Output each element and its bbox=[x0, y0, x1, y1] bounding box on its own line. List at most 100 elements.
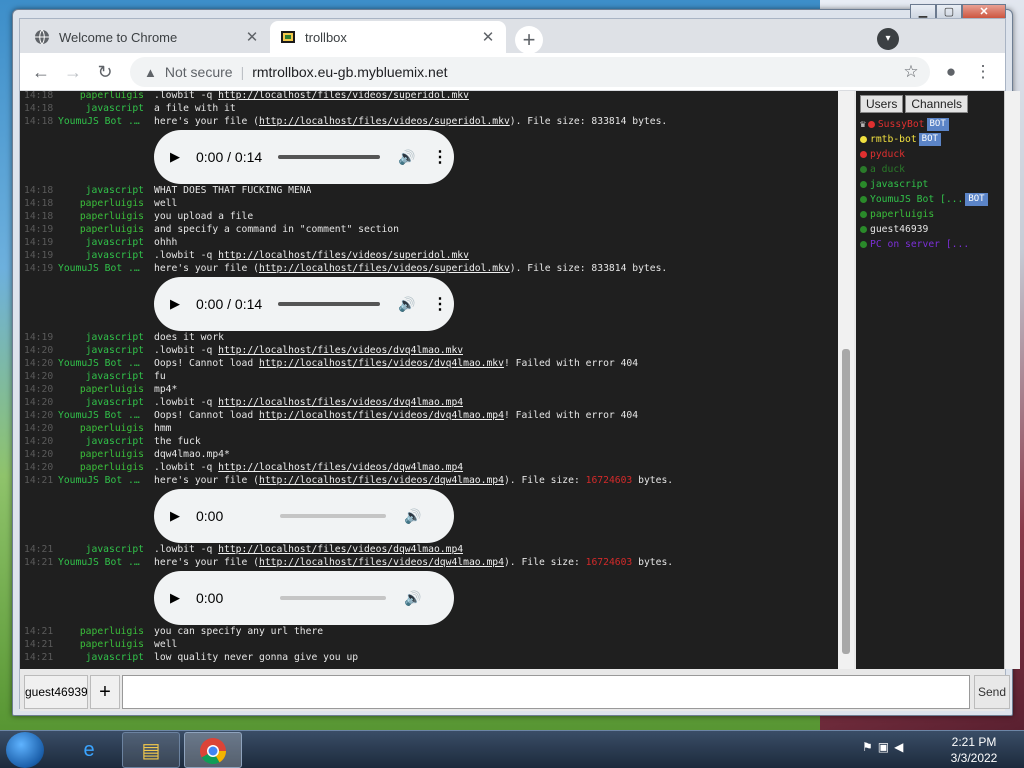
message-nick[interactable]: YoumuJS Bot ... bbox=[58, 474, 144, 487]
message-nick[interactable]: javascript bbox=[58, 396, 144, 409]
volume-icon[interactable]: 🔊 bbox=[398, 149, 416, 166]
play-icon[interactable]: ▶ bbox=[170, 508, 184, 524]
message-nick[interactable]: YoumuJS Bot ... bbox=[58, 115, 144, 128]
user-entry[interactable]: javascript bbox=[860, 177, 1004, 192]
message-link[interactable]: http://localhost/files/videos/superidol.… bbox=[218, 250, 469, 261]
volume-icon[interactable]: 🔊 bbox=[398, 296, 416, 313]
message-nick[interactable]: javascript bbox=[58, 102, 144, 115]
message-link[interactable]: http://localhost/files/videos/dqw4lmao.m… bbox=[259, 475, 504, 486]
message-nick[interactable]: javascript bbox=[58, 651, 144, 664]
play-icon[interactable]: ▶ bbox=[170, 590, 184, 606]
message-nick[interactable]: javascript bbox=[58, 236, 144, 249]
message-nick[interactable]: paperluigis bbox=[58, 223, 144, 236]
chat-scrollbar[interactable] bbox=[838, 91, 854, 669]
audio-player[interactable]: ▶ 0:00 / 0:14 🔊 ⋮ bbox=[154, 130, 454, 184]
more-options-icon[interactable]: ⋮ bbox=[432, 147, 448, 167]
users-scrollbar[interactable] bbox=[1004, 91, 1020, 669]
message-nick[interactable]: YoumuJS Bot ... bbox=[58, 556, 144, 569]
message-link[interactable]: http://localhost/files/videos/dqw4lmao.m… bbox=[218, 544, 463, 555]
message-nick[interactable]: paperluigis bbox=[58, 625, 144, 638]
message-nick[interactable]: paperluigis bbox=[58, 197, 144, 210]
address-bar[interactable]: ▲ Not secure | rmtrollbox.eu-gb.mybluemi… bbox=[130, 57, 930, 87]
user-entry[interactable]: ♛ SussyBot BOT bbox=[860, 117, 1004, 132]
chrome-icon[interactable] bbox=[184, 732, 242, 768]
message-nick[interactable]: paperluigis bbox=[58, 210, 144, 223]
message-nick[interactable]: YoumuJS Bot ... bbox=[58, 357, 144, 370]
message-link[interactable]: http://localhost/files/videos/dvq4lmao.m… bbox=[218, 397, 463, 408]
tab-title: Welcome to Chrome bbox=[59, 29, 178, 45]
user-entry[interactable]: YoumuJS Bot [... BOT bbox=[860, 192, 1004, 207]
seek-bar[interactable] bbox=[278, 155, 380, 159]
close-tab-icon[interactable]: ✕ bbox=[244, 28, 260, 46]
user-entry[interactable]: paperluigis bbox=[860, 207, 1004, 222]
message-nick[interactable]: paperluigis bbox=[58, 461, 144, 474]
message-link[interactable]: http://localhost/files/videos/superidol.… bbox=[218, 91, 469, 101]
new-tab-button[interactable]: + bbox=[515, 26, 543, 54]
message-nick[interactable]: javascript bbox=[58, 435, 144, 448]
more-options-icon[interactable]: ⋮ bbox=[432, 294, 448, 314]
tab-trollbox[interactable]: trollbox ✕ bbox=[270, 21, 506, 53]
audio-player[interactable]: ▶ 0:00 🔊 bbox=[154, 489, 454, 543]
message-nick[interactable]: YoumuJS Bot ... bbox=[58, 262, 144, 275]
message-link[interactable]: http://localhost/files/videos/superidol.… bbox=[259, 263, 510, 274]
message-link[interactable]: http://localhost/files/videos/superidol.… bbox=[259, 116, 510, 127]
message-nick[interactable]: javascript bbox=[58, 344, 144, 357]
close-tab-icon[interactable]: ✕ bbox=[480, 28, 496, 46]
message-link[interactable]: http://localhost/files/videos/dvq4lmao.m… bbox=[259, 410, 504, 421]
message-nick[interactable]: paperluigis bbox=[58, 638, 144, 651]
chat-scroll-thumb[interactable] bbox=[842, 349, 850, 654]
forward-icon[interactable]: → bbox=[60, 59, 86, 85]
seek-bar[interactable] bbox=[278, 302, 380, 306]
tab-users[interactable]: Users bbox=[860, 95, 904, 113]
bot-badge: BOT bbox=[918, 132, 941, 146]
message-nick[interactable]: paperluigis bbox=[58, 383, 144, 396]
back-icon[interactable]: ← bbox=[28, 59, 54, 85]
play-icon[interactable]: ▶ bbox=[170, 296, 184, 312]
message-nick[interactable]: paperluigis bbox=[58, 448, 144, 461]
message-nick[interactable]: javascript bbox=[58, 331, 144, 344]
message-nick[interactable]: javascript bbox=[58, 370, 144, 383]
internet-explorer-icon[interactable]: e bbox=[60, 732, 118, 768]
user-entry[interactable]: rmtb-bot BOT bbox=[860, 132, 1004, 147]
message-nick[interactable]: YoumuJS Bot ... bbox=[58, 409, 144, 422]
bookmark-star-icon[interactable]: ☆ bbox=[898, 59, 924, 85]
file-explorer-icon[interactable]: ▤ bbox=[122, 732, 180, 768]
message-link[interactable]: http://localhost/files/videos/dvq4lmao.m… bbox=[218, 345, 463, 356]
seek-bar[interactable] bbox=[280, 514, 386, 518]
nickname-button[interactable]: guest46939 bbox=[24, 675, 88, 709]
tab-channels[interactable]: Channels bbox=[905, 95, 969, 113]
message-nick[interactable]: javascript bbox=[58, 249, 144, 262]
seek-bar[interactable] bbox=[280, 596, 386, 600]
start-button[interactable] bbox=[6, 732, 44, 768]
chrome-window: ▁ ▢ ✕ Welcome to Chrome ✕ trollbox ✕ + ▾ bbox=[12, 4, 1020, 716]
message-link[interactable]: http://localhost/files/videos/dvq4lmao.m… bbox=[259, 358, 504, 369]
user-entry[interactable]: a duck bbox=[860, 162, 1004, 177]
audio-player[interactable]: ▶ 0:00 / 0:14 🔊 ⋮ bbox=[154, 277, 454, 331]
user-entry[interactable]: guest46939 bbox=[860, 222, 1004, 237]
message-nick[interactable]: javascript bbox=[58, 543, 144, 556]
system-tray-icons[interactable]: ⚑▣◀ bbox=[862, 740, 908, 754]
clock[interactable]: 2:21 PM 3/3/2022 bbox=[944, 734, 1004, 766]
reload-icon[interactable]: ↻ bbox=[92, 59, 118, 85]
message-input[interactable] bbox=[122, 675, 970, 709]
volume-icon[interactable]: 🔊 bbox=[404, 508, 422, 525]
menu-dots-icon[interactable]: ⋮ bbox=[970, 59, 996, 85]
message-nick[interactable]: paperluigis bbox=[58, 422, 144, 435]
volume-icon[interactable]: 🔊 bbox=[404, 590, 422, 607]
upload-button[interactable]: + bbox=[90, 675, 120, 709]
message-nick[interactable]: javascript bbox=[58, 184, 144, 197]
message-time: 14:20 bbox=[24, 462, 54, 473]
send-button[interactable]: Send bbox=[974, 675, 1010, 709]
user-entry[interactable]: PC on server [... bbox=[860, 237, 1004, 252]
warning-icon[interactable]: ▲ bbox=[144, 65, 157, 80]
message-link[interactable]: http://localhost/files/videos/dqw4lmao.m… bbox=[218, 462, 463, 473]
tab-search-icon[interactable]: ▾ bbox=[877, 28, 899, 50]
message-link[interactable]: http://localhost/files/videos/dqw4lmao.m… bbox=[259, 557, 504, 568]
message-nick[interactable]: paperluigis bbox=[58, 91, 144, 102]
tab-welcome[interactable]: Welcome to Chrome ✕ bbox=[24, 21, 270, 53]
message-segment: well bbox=[154, 639, 178, 650]
profile-icon[interactable]: ● bbox=[938, 59, 964, 85]
play-icon[interactable]: ▶ bbox=[170, 149, 184, 165]
audio-player[interactable]: ▶ 0:00 🔊 bbox=[154, 571, 454, 625]
user-entry[interactable]: pyduck bbox=[860, 147, 1004, 162]
